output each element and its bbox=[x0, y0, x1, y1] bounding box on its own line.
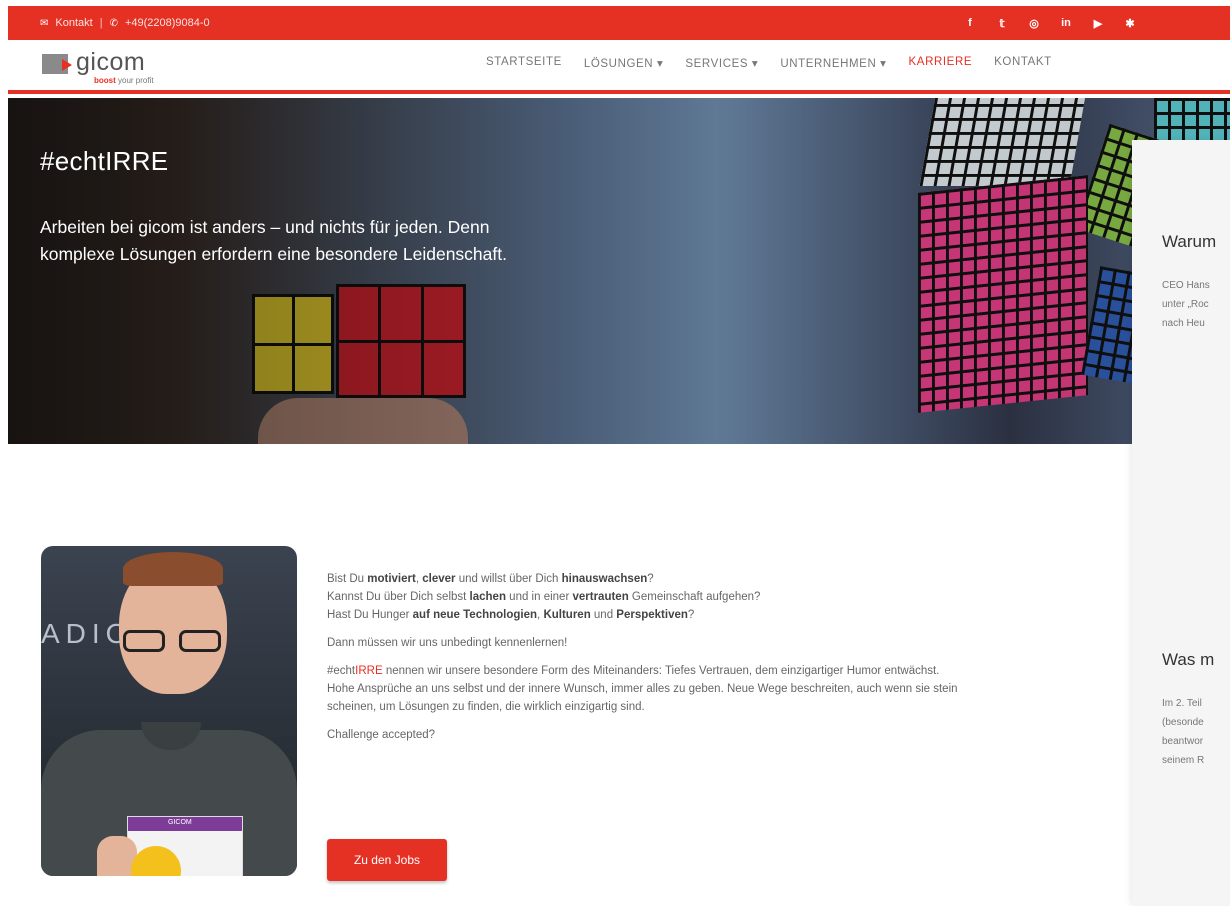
twitter-icon[interactable]: 𝕥 bbox=[996, 17, 1008, 30]
nav-unternehmen[interactable]: UNTERNEHMEN ▾ bbox=[780, 56, 886, 70]
social-links: f 𝕥 ◎ in ▶ ✱ bbox=[964, 6, 1136, 40]
contact-link[interactable]: Kontakt bbox=[55, 17, 92, 29]
tagline-strong: boost bbox=[94, 76, 116, 85]
panel-title-2: Was m bbox=[1162, 650, 1215, 669]
side-panel: Warum CEO Hans unter „Roc nach Heu Was m… bbox=[1132, 140, 1230, 906]
employee-portrait: ADIO GICOM bbox=[41, 546, 297, 876]
logo-tagline: boost your profit bbox=[94, 76, 154, 85]
separator: | bbox=[99, 17, 103, 29]
question-2: Kannst Du über Dich selbst lachen und in… bbox=[327, 591, 761, 603]
echt-prefix: #echt bbox=[327, 665, 356, 677]
card-label: GICOM bbox=[168, 819, 192, 826]
intro-copy: Bist Du motiviert, clever und willst übe… bbox=[327, 570, 1127, 754]
hero-text-line2: komplexe Lösungen erfordern eine besonde… bbox=[40, 244, 507, 264]
nav-services[interactable]: SERVICES ▾ bbox=[685, 56, 758, 70]
uk-flag-icon[interactable]: ✱ bbox=[1124, 17, 1136, 30]
hero-text-line1: Arbeiten bei gicom ist anders – und nich… bbox=[40, 217, 490, 237]
logo-mark-icon bbox=[42, 54, 72, 74]
youtube-icon[interactable]: ▶ bbox=[1092, 17, 1104, 30]
hero-text: Arbeiten bei gicom ist anders – und nich… bbox=[40, 214, 680, 268]
linkedin-icon[interactable]: in bbox=[1060, 17, 1072, 29]
facebook-icon[interactable]: f bbox=[964, 17, 976, 29]
echt-line-3: scheinen, um Lösungen zu finden, die wir… bbox=[327, 701, 645, 713]
nav-kontakt[interactable]: KONTAKT bbox=[994, 56, 1052, 70]
echt-paragraph: #echtIRRE nennen wir unsere besondere Fo… bbox=[327, 662, 1127, 716]
echt-line-2: Hohe Ansprüche an uns selbst und der inn… bbox=[327, 683, 958, 695]
instagram-icon[interactable]: ◎ bbox=[1028, 17, 1040, 30]
nav-loesungen[interactable]: LÖSUNGEN ▾ bbox=[584, 56, 664, 70]
gicom-logo[interactable]: gicom boost your profit bbox=[42, 48, 192, 88]
site-header: gicom boost your profit STARTSEITE LÖSUN… bbox=[8, 40, 1230, 94]
hero-banner: #echtIRRE Arbeiten bei gicom ist anders … bbox=[8, 98, 1230, 444]
nav-karriere[interactable]: KARRIERE bbox=[909, 56, 973, 70]
tagline-rest: your profit bbox=[115, 76, 154, 85]
echt-highlight: IRRE bbox=[355, 665, 383, 677]
mail-icon: ✉ bbox=[40, 17, 49, 29]
panel-text-2: Im 2. Teil (besonde beantwor seinem R bbox=[1162, 698, 1205, 766]
logo-word: gicom bbox=[76, 48, 146, 76]
page: ✉ Kontakt | ✆ +49(2208)9084-0 f 𝕥 ◎ in ▶… bbox=[0, 0, 1230, 906]
panel-title-1: Warum bbox=[1162, 232, 1217, 251]
top-bar: ✉ Kontakt | ✆ +49(2208)9084-0 f 𝕥 ◎ in ▶… bbox=[8, 6, 1230, 40]
panel-text-1: CEO Hans unter „Roc nach Heu bbox=[1162, 280, 1210, 329]
main-navigation: STARTSEITE LÖSUNGEN ▾ SERVICES ▾ UNTERNE… bbox=[486, 56, 1052, 70]
question-3: Hast Du Hunger auf neue Technologien, Ku… bbox=[327, 609, 695, 621]
echt-rest: nennen wir unsere besondere Form des Mit… bbox=[382, 665, 940, 677]
hero-title: #echtIRRE bbox=[40, 146, 169, 176]
contact-info: ✉ Kontakt | ✆ +49(2208)9084-0 bbox=[8, 17, 210, 29]
challenge-text: Challenge accepted? bbox=[327, 729, 436, 741]
question-1: Bist Du motiviert, clever und willst übe… bbox=[327, 573, 654, 585]
phone-icon: ✆ bbox=[109, 17, 118, 29]
nav-startseite[interactable]: STARTSEITE bbox=[486, 56, 562, 70]
jobs-button[interactable]: Zu den Jobs bbox=[327, 839, 447, 881]
phone-link[interactable]: +49(2208)9084-0 bbox=[125, 17, 210, 29]
meet-text: Dann müssen wir uns unbedingt kennenlern… bbox=[327, 637, 568, 649]
questions: Bist Du motiviert, clever und willst übe… bbox=[327, 570, 1127, 624]
